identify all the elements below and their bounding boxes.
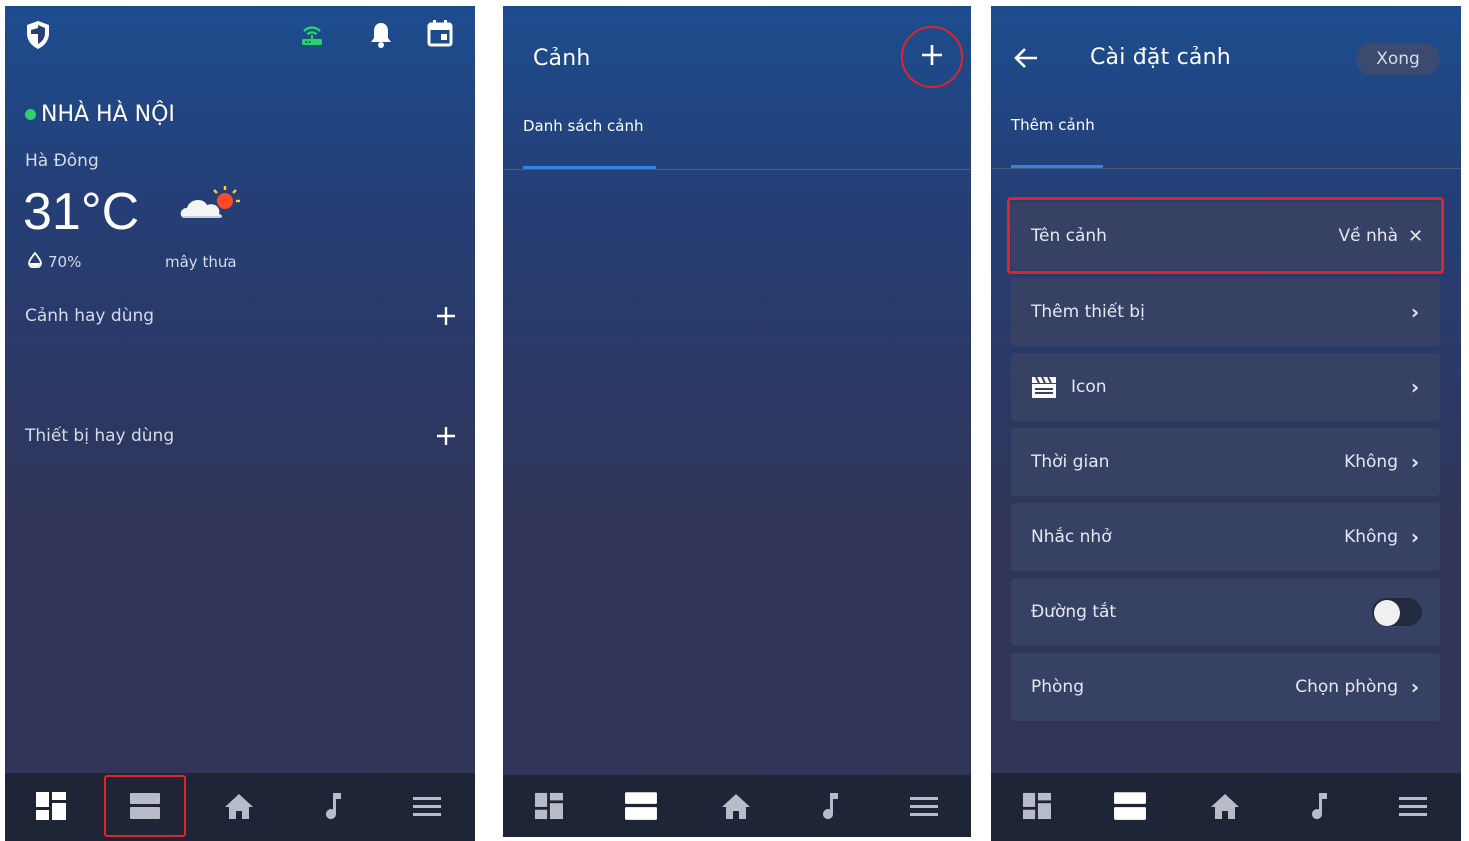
bottom-nav: [5, 773, 475, 841]
row-value: Chọn phòng: [1295, 677, 1398, 697]
home-icon[interactable]: [1195, 773, 1255, 839]
calendar-icon[interactable]: [427, 19, 453, 51]
time-row[interactable]: Thời gian Không ›: [1011, 428, 1440, 496]
menu-icon[interactable]: [397, 773, 457, 839]
home-icon[interactable]: [209, 773, 269, 839]
reminder-row[interactable]: Nhắc nhở Không ›: [1011, 503, 1440, 571]
shortcut-row: Đường tắt: [1011, 578, 1440, 646]
clear-icon[interactable]: ✕: [1408, 226, 1423, 247]
dashboard-icon[interactable]: [21, 773, 81, 839]
scene-settings-screen: Cài đặt cảnh Xong Thêm cảnh Tên cảnh Về …: [991, 6, 1461, 841]
row-label: Icon: [1071, 377, 1107, 397]
tab-divider: [503, 169, 971, 170]
music-icon[interactable]: [800, 775, 860, 837]
row-label: Nhắc nhở: [1031, 527, 1112, 547]
shortcut-toggle[interactable]: [1372, 598, 1422, 626]
chevron-right-icon: ›: [1410, 300, 1420, 324]
plus-icon: [921, 44, 943, 70]
row-value: Không: [1344, 527, 1398, 547]
shield-icon[interactable]: [25, 20, 51, 54]
scenes-screen: Cảnh Danh sách cảnh: [503, 6, 971, 837]
music-icon[interactable]: [303, 773, 363, 839]
page-title: Cảnh: [533, 46, 591, 71]
add-device-row[interactable]: Thêm thiết bị ›: [1011, 278, 1440, 346]
chevron-right-icon: ›: [1410, 375, 1420, 399]
row-label: Tên cảnh: [1031, 226, 1107, 246]
bell-icon[interactable]: [369, 21, 393, 53]
cloud-sun-icon: [177, 184, 243, 230]
bottom-nav: [503, 775, 971, 837]
scene-name-input[interactable]: Về nhà: [1339, 226, 1398, 246]
done-button[interactable]: Xong: [1356, 43, 1440, 75]
toggle-knob: [1374, 600, 1400, 626]
row-value: Không: [1344, 452, 1398, 472]
chevron-right-icon: ›: [1410, 525, 1420, 549]
favorite-scenes-label: Cảnh hay dùng: [25, 306, 155, 326]
page-title: Cài đặt cảnh: [1090, 45, 1231, 70]
dashboard-icon[interactable]: [1007, 773, 1067, 839]
temperature: 31°C: [23, 183, 140, 241]
scenes-icon[interactable]: [611, 775, 671, 837]
dashboard-icon[interactable]: [519, 775, 579, 837]
add-scene-plus-icon[interactable]: [436, 306, 456, 330]
scenes-icon[interactable]: [104, 775, 186, 837]
tab-add-scene[interactable]: Thêm cảnh: [1011, 116, 1095, 134]
bottom-nav: [991, 773, 1461, 841]
add-scene-button[interactable]: [901, 26, 963, 88]
tab-scene-list[interactable]: Danh sách cảnh: [523, 117, 644, 135]
row-label: Đường tắt: [1031, 602, 1117, 622]
home-name: NHÀ HÀ NỘI: [41, 102, 175, 127]
chevron-right-icon: ›: [1410, 675, 1420, 699]
humidity-value: 70%: [48, 253, 82, 271]
router-wifi-icon[interactable]: [299, 22, 325, 52]
home-icon[interactable]: [706, 775, 766, 837]
online-status-dot: [25, 109, 36, 120]
chevron-right-icon: ›: [1410, 450, 1420, 474]
humidity: 70%: [27, 251, 82, 272]
row-label: Phòng: [1031, 677, 1084, 697]
room-row[interactable]: Phòng Chọn phòng ›: [1011, 653, 1440, 721]
add-device-plus-icon[interactable]: [436, 426, 456, 450]
location-label: Hà Đông: [25, 151, 99, 171]
weather-description: mây thưa: [165, 253, 237, 271]
home-screen: NHÀ HÀ NỘI Hà Đông 31°C 70% mây thưa Cản…: [5, 6, 475, 841]
back-arrow-icon[interactable]: [1013, 46, 1039, 74]
row-label: Thời gian: [1031, 452, 1110, 472]
tab-divider: [991, 168, 1461, 169]
menu-icon[interactable]: [1383, 773, 1443, 839]
scenes-icon[interactable]: [1100, 773, 1160, 839]
menu-icon[interactable]: [894, 775, 954, 837]
music-icon[interactable]: [1289, 773, 1349, 839]
home-title[interactable]: NHÀ HÀ NỘI: [25, 102, 175, 127]
icon-row[interactable]: Icon ›: [1011, 353, 1440, 421]
row-label: Thêm thiết bị: [1031, 302, 1145, 322]
favorite-devices-label: Thiết bị hay dùng: [25, 426, 175, 446]
clapperboard-icon: [1031, 375, 1057, 399]
scene-name-row[interactable]: Tên cảnh Về nhà ✕: [1011, 202, 1440, 270]
droplet-icon: [27, 251, 43, 272]
